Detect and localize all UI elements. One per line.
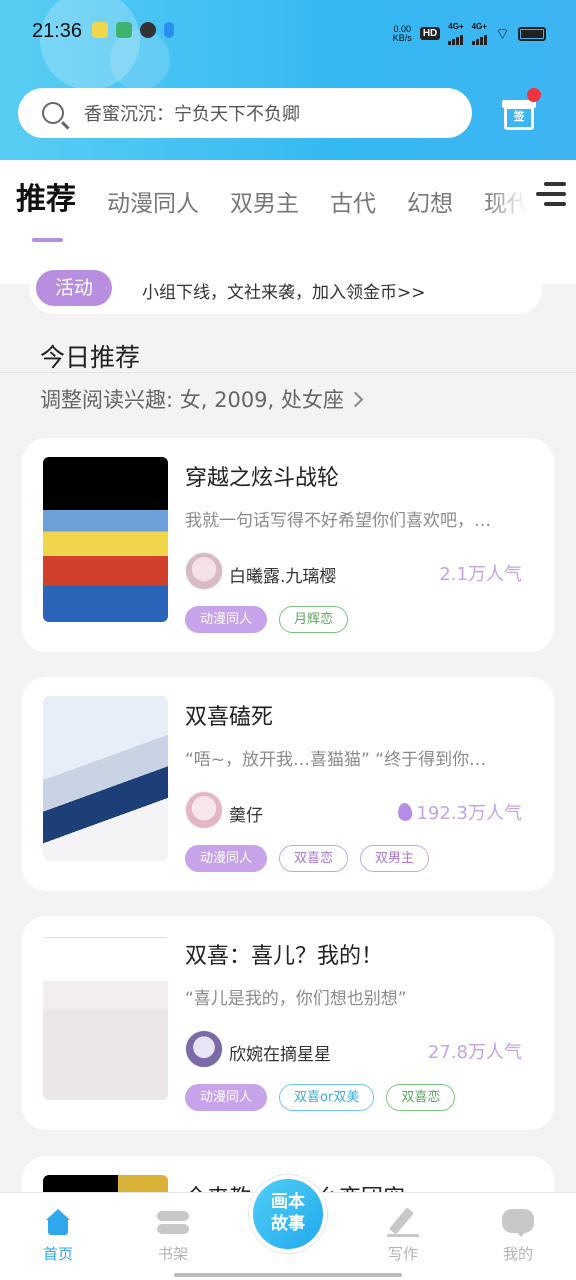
signal-1-icon: 4G+ <box>448 22 464 45</box>
signal-2-icon: 4G+ <box>472 22 487 45</box>
chevron-right-icon <box>347 391 364 408</box>
activity-text: 小组下线，文社来袭，加入领金币>> <box>142 283 426 303</box>
tab-ancient[interactable]: 古代 <box>330 184 376 218</box>
book-card[interactable]: 双喜磕死 “唔~，放开我…喜猫猫” “终于得到你… 羹仔 192.3万人气 动漫… <box>22 677 554 891</box>
author-name: 白曦露.九璃樱 <box>229 567 337 587</box>
cloud-icon <box>140 22 156 38</box>
tag-list: 动漫同人 双喜恋 双男主 <box>185 845 430 872</box>
tag[interactable]: 动漫同人 <box>185 606 268 633</box>
header: 21:36 0.00 KB/s HD 4G+ 4G+ ⌔ 香蜜沉沉：宁负天下不负… <box>0 0 576 160</box>
activity-banner[interactable]: 活动 小组下线，文社来袭，加入领金币>> <box>30 264 542 314</box>
tag[interactable]: 双喜or双美 <box>279 1084 375 1111</box>
popularity: 27.8万人气 <box>427 1042 522 1063</box>
author-avatar <box>185 552 223 590</box>
book-cover <box>43 935 168 1100</box>
status-right: 0.00 KB/s HD 4G+ 4G+ ⌔ <box>393 22 546 45</box>
tag[interactable]: 月辉恋 <box>279 606 349 633</box>
battery-icon <box>518 26 546 41</box>
search-icon <box>42 102 64 124</box>
book-title: 穿越之炫斗战轮 <box>185 466 340 491</box>
bottom-nav: 首页 书架 画本 故事 写作 我的 <box>0 1175 576 1280</box>
tag[interactable]: 双男主 <box>360 845 430 872</box>
section-title: 今日推荐 <box>40 343 141 372</box>
book-title: 双喜：喜儿？我的！ <box>185 944 384 969</box>
author-name: 欣婉在摘星星 <box>229 1045 331 1065</box>
adjust-interest-link[interactable]: 调整阅读兴趣: 女, 2009, 处女座 <box>40 384 364 414</box>
fire-icon <box>397 802 414 822</box>
divider <box>0 372 576 373</box>
popularity: 2.1万人气 <box>439 564 522 585</box>
app-icon <box>116 22 132 38</box>
author-avatar <box>185 791 223 829</box>
nav-write[interactable]: 写作 <box>363 1207 443 1264</box>
qq-icon <box>164 22 174 38</box>
tag[interactable]: 双喜恋 <box>279 845 349 872</box>
tab-fantasy[interactable]: 幻想 <box>407 184 453 218</box>
tag-list: 动漫同人 月辉恋 <box>185 606 349 633</box>
create-story-button[interactable]: 画本 故事 <box>249 1175 327 1253</box>
notification-icons <box>92 22 174 38</box>
tab-recommend[interactable]: 推荐 <box>16 174 76 242</box>
tag[interactable]: 双喜恋 <box>386 1084 456 1111</box>
tag-list: 动漫同人 双喜or双美 双喜恋 <box>185 1084 456 1111</box>
hd-icon: HD <box>419 27 441 40</box>
book-card[interactable]: 穿越之炫斗战轮 我就一句话写得不好希望你们喜欢吧，… 白曦露.九璃樱 2.1万人… <box>22 438 554 652</box>
pencil-icon <box>387 1207 419 1237</box>
net-speed: 0.00 KB/s <box>392 23 412 43</box>
wifi-icon: ⌔ <box>494 25 510 43</box>
nav-mine[interactable]: 我的 <box>478 1209 558 1264</box>
gesture-bar <box>174 1273 402 1277</box>
nav-home[interactable]: 首页 <box>18 1209 98 1264</box>
category-tabs: 推荐 动漫同人 双男主 古代 幻想 现代 <box>16 174 561 242</box>
chat-app-icon <box>92 22 108 38</box>
tag[interactable]: 动漫同人 <box>185 1084 268 1111</box>
book-title: 双喜磕死 <box>185 705 274 730</box>
book-desc: 我就一句话写得不好希望你们喜欢吧，… <box>185 511 491 531</box>
chat-bubble-icon <box>502 1209 534 1237</box>
tag[interactable]: 动漫同人 <box>185 845 268 872</box>
author-name: 羹仔 <box>229 806 263 826</box>
status-time: 21:36 <box>32 20 83 42</box>
notification-dot <box>527 88 541 102</box>
activity-badge: 活动 <box>36 270 112 306</box>
book-cover <box>43 457 168 622</box>
status-bar: 21:36 0.00 KB/s HD 4G+ 4G+ ⌔ <box>0 18 576 48</box>
tab-bl[interactable]: 双男主 <box>230 184 299 218</box>
menu-icon[interactable] <box>536 180 566 208</box>
author-avatar <box>185 1030 223 1068</box>
book-card[interactable]: 双喜：喜儿？我的！ “喜儿是我的，你们想也别想” 欣婉在摘星星 27.8万人气 … <box>22 916 554 1130</box>
search-placeholder: 香蜜沉沉：宁负天下不负卿 <box>84 104 300 125</box>
bookshelf-icon <box>157 1209 189 1237</box>
nav-bookshelf[interactable]: 书架 <box>133 1209 213 1264</box>
tab-anime-fanfic[interactable]: 动漫同人 <box>107 184 199 218</box>
book-desc: “唔~，放开我…喜猫猫” “终于得到你… <box>185 750 487 770</box>
popularity: 192.3万人气 <box>397 799 522 825</box>
gift-label: 签 <box>504 106 534 130</box>
home-icon <box>42 1209 74 1237</box>
book-desc: “喜儿是我的，你们想也别想” <box>185 989 407 1009</box>
search-bar[interactable]: 香蜜沉沉：宁负天下不负卿 <box>18 88 472 138</box>
book-cover <box>43 696 168 861</box>
